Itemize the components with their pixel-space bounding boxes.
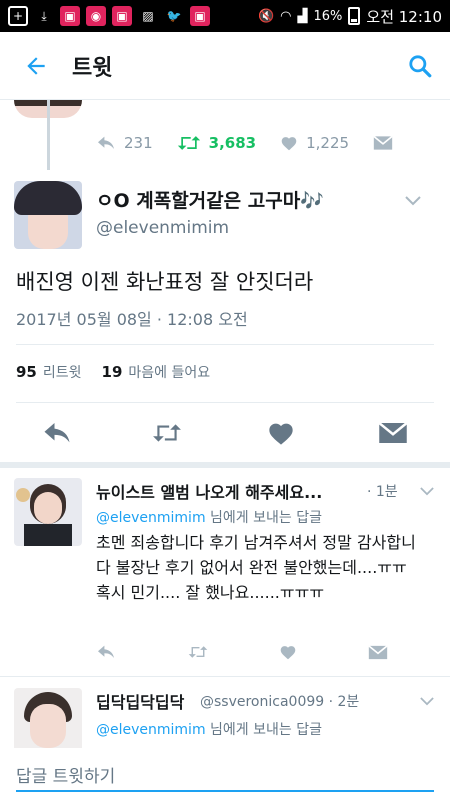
search-icon (409, 54, 432, 77)
prev-retweet-button[interactable]: 3,683 (177, 134, 256, 152)
mute-icon: 🔇 (257, 8, 275, 24)
reply-to-line: @elevenmimim 님에게 보내는 답글 (96, 719, 322, 739)
divider (0, 676, 450, 677)
reply-icon (98, 645, 114, 658)
add-icon: + (8, 6, 28, 26)
retweet-icon (188, 646, 208, 658)
page-title: 트윗 (72, 55, 113, 81)
reply-display-name[interactable]: 뉴이스트 앨범 나오게 해주세요... (96, 479, 322, 503)
retweet-total-label[interactable]: 리트윗 (43, 362, 82, 382)
retweet-count: 3,683 (208, 134, 257, 152)
reply-to-suffix: 님에게 보내는 답글 (210, 722, 322, 738)
section-divider (0, 462, 450, 468)
status-bar: + ⤓ ▣ ◉ ▣ ▨ 🐦 ▣ 🔇 ◠ ▟ 16% 오전 12:10 (0, 0, 450, 32)
tweet-timestamp: 2017년 05월 08일 · 12:08 오전 (16, 310, 248, 329)
direct-message-button[interactable] (378, 418, 408, 448)
reply-display-name[interactable]: 딥닥딥닥딥닥 (96, 689, 184, 713)
retweet-button[interactable] (188, 642, 208, 662)
retweet-icon (177, 136, 200, 150)
reply-text: 초멘 죄송합니다 후기 남겨주셔서 정말 감사합니다 불장난 후기 없어서 완전… (96, 533, 416, 602)
heart-icon (281, 137, 297, 151)
like-button[interactable] (266, 418, 296, 448)
reply-to-suffix: 님에게 보내는 답글 (210, 510, 322, 526)
author-display-name[interactable]: ㅇO 계폭할거같은 고구마🎶 (96, 186, 324, 213)
like-total[interactable]: 19 (102, 363, 123, 381)
retweet-icon (153, 424, 181, 442)
like-count: 1,225 (306, 134, 350, 152)
wifi-icon: ◠ (280, 8, 292, 24)
mail-icon (378, 422, 408, 443)
twitter-icon: 🐦 (166, 9, 182, 23)
prev-like-button[interactable]: 1,225 (280, 134, 349, 152)
like-total-label[interactable]: 마음에 들어요 (128, 362, 210, 382)
reply-compose-placeholder[interactable]: 답글 트윗하기 (16, 762, 115, 787)
chevron-down-icon[interactable] (404, 192, 422, 210)
reply-button[interactable] (42, 418, 72, 448)
back-button[interactable] (0, 32, 72, 100)
tweet-text: 배진영 이젠 화난표정 잘 안짓더라 (16, 270, 314, 294)
app-icon: ▣ (190, 6, 210, 26)
arrow-left-icon (27, 56, 45, 75)
app-icon: ▣ (60, 6, 80, 26)
tweet-stats: 95 리트윗 19 마음에 들어요 (16, 362, 210, 382)
battery-level: 16% (313, 8, 343, 24)
thread-connector (47, 100, 50, 170)
divider (16, 402, 434, 403)
compose-underline (16, 790, 434, 792)
app-icon: ▣ (112, 6, 132, 26)
clock: 오전 12:10 (366, 7, 442, 26)
reply-handle-time: @ssveronica0099 · 2분 (200, 694, 360, 710)
battery-icon (348, 7, 361, 25)
reply-to-handle[interactable]: @elevenmimim (96, 510, 206, 526)
reply-icon (98, 136, 114, 149)
reply-avatar[interactable] (14, 688, 82, 756)
download-icon: ⤓ (41, 8, 47, 23)
like-button[interactable] (278, 642, 298, 662)
prev-tweet-actions: 231 3,683 1,225 (96, 128, 417, 158)
chevron-down-icon[interactable] (418, 692, 436, 710)
author-handle[interactable]: @elevenmimim (96, 218, 229, 238)
prev-dm-button[interactable] (373, 135, 393, 151)
reply-actions (96, 640, 396, 664)
direct-message-button[interactable] (368, 642, 388, 662)
mail-icon (373, 135, 393, 150)
reply-count: 231 (124, 134, 153, 152)
reply-time: · 1분 (367, 484, 398, 500)
signal-icon: ▟ (297, 8, 308, 24)
app-header: 트윗 (0, 32, 450, 100)
retweet-total[interactable]: 95 (16, 363, 37, 381)
image-icon: ▨ (142, 9, 154, 23)
chevron-down-icon[interactable] (418, 482, 436, 500)
author-avatar[interactable] (14, 181, 82, 249)
heart-icon (280, 646, 296, 660)
mail-icon (368, 644, 388, 659)
heart-icon (269, 423, 293, 445)
divider (16, 344, 434, 345)
retweet-button[interactable] (152, 418, 182, 448)
reply-icon (44, 423, 70, 443)
reply-compose-bar[interactable]: 답글 트윗하기 (0, 748, 450, 800)
reply-to-handle[interactable]: @elevenmimim (96, 722, 206, 738)
app-icon: ◉ (86, 6, 106, 26)
reply-to-line: @elevenmimim 님에게 보내는 답글 (96, 507, 322, 527)
reply-button[interactable] (96, 642, 116, 662)
reply-avatar[interactable] (14, 478, 82, 546)
search-button[interactable] (390, 32, 450, 100)
prev-reply-button[interactable]: 231 (96, 134, 153, 152)
tweet-actions (0, 406, 450, 458)
